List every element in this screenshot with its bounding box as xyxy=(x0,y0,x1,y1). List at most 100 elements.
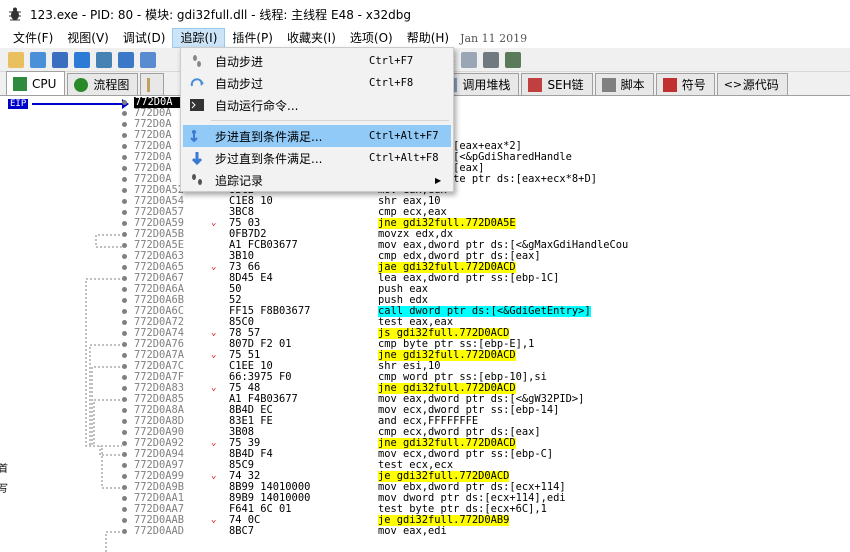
bytes-cell: 8BC7 xyxy=(229,525,255,537)
breakpoint-dot[interactable] xyxy=(122,430,127,435)
patch-icon[interactable] xyxy=(460,51,477,68)
breakpoint-dot[interactable] xyxy=(122,265,127,270)
breakpoint-dot[interactable] xyxy=(122,144,127,149)
bug-icon xyxy=(6,5,24,23)
menu-view[interactable]: 视图(V) xyxy=(60,28,116,48)
menu-item-trace-into-until[interactable]: 步进直到条件满足... Ctrl+Alt+F7 xyxy=(183,125,451,147)
menu-file[interactable]: 文件(F) xyxy=(6,28,60,48)
title-bar: 123.exe - PID: 80 - 模块: gdi32full.dll - … xyxy=(0,0,850,28)
breakpoint-dot[interactable] xyxy=(122,177,127,182)
seh-icon xyxy=(528,77,543,92)
breakpoint-dot[interactable] xyxy=(122,210,127,215)
instruction-cell: mov eax,edi xyxy=(378,525,447,537)
breakpoint-dot[interactable] xyxy=(122,452,127,457)
calculator-icon[interactable] xyxy=(482,51,499,68)
tab-log[interactable] xyxy=(140,73,165,95)
breakpoint-dot[interactable] xyxy=(122,507,127,512)
script-icon xyxy=(601,77,616,92)
menu-trace[interactable]: 追踪(I) xyxy=(172,28,226,48)
globe-icon[interactable] xyxy=(504,51,521,68)
breakpoint-dot[interactable] xyxy=(122,199,127,204)
jump-chevron-icon: ⌄ xyxy=(211,515,217,525)
cpu-icon xyxy=(13,76,27,91)
tab-graph[interactable]: 流程图 xyxy=(67,73,139,95)
menu-item-animate-into[interactable]: 自动步进 Ctrl+F7 xyxy=(183,50,451,72)
jump-chevron-icon: ⌄ xyxy=(211,262,217,272)
breakpoint-dot[interactable] xyxy=(122,518,127,523)
menu-item-animate-command[interactable]: 自动运行命令... xyxy=(183,94,451,116)
breakpoint-dot[interactable] xyxy=(122,298,127,303)
menu-debug[interactable]: 调试(D) xyxy=(116,28,173,48)
step-over-icon[interactable] xyxy=(140,51,156,68)
breakpoint-dot[interactable] xyxy=(122,122,127,127)
breakpoint-dot[interactable] xyxy=(122,155,127,160)
breakpoint-dot[interactable] xyxy=(122,221,127,226)
restart-icon[interactable] xyxy=(30,51,46,68)
record-footsteps-icon xyxy=(189,172,205,188)
tab-source[interactable]: <> 源代码 xyxy=(716,73,788,95)
breakpoint-dot[interactable] xyxy=(122,485,127,490)
menu-options[interactable]: 选项(O) xyxy=(343,28,400,48)
menu-item-animate-over[interactable]: 自动步过 Ctrl+F8 xyxy=(183,72,451,94)
jump-chevron-icon: ⌄ xyxy=(211,328,217,338)
step-over-loop-icon xyxy=(189,75,205,91)
breakpoint-dot[interactable] xyxy=(122,386,127,391)
trace-over-icon xyxy=(189,150,205,166)
disasm-row[interactable]: 772D0A67 8D45 E4 lea eax,dword ptr ss:[ebp… xyxy=(6,273,850,284)
menu-item-trace-record[interactable]: 追踪记录 ▶ xyxy=(183,169,451,191)
menu-favourites[interactable]: 收藏夹(I) xyxy=(280,28,343,48)
breakpoint-dot[interactable] xyxy=(122,287,127,292)
build-date: Jan 11 2019 xyxy=(460,31,528,45)
breakpoint-dot[interactable] xyxy=(122,309,127,314)
breakpoint-dot[interactable] xyxy=(122,331,127,336)
terminal-icon xyxy=(189,97,205,113)
breakpoint-dot[interactable] xyxy=(122,353,127,358)
jump-chevron-icon: ⌄ xyxy=(211,383,217,393)
breakpoint-dot[interactable] xyxy=(122,276,127,281)
breakpoint-dot[interactable] xyxy=(122,188,127,193)
breakpoint-dot[interactable] xyxy=(122,397,127,402)
menu-item-trace-over-until[interactable]: 步过直到条件满足... Ctrl+Alt+F8 xyxy=(183,147,451,169)
breakpoint-dot[interactable] xyxy=(122,375,127,380)
side-text-2: 写 xyxy=(0,484,8,495)
breakpoint-dot[interactable] xyxy=(122,408,127,413)
breakpoint-dot[interactable] xyxy=(122,529,127,534)
breakpoint-dot[interactable] xyxy=(122,342,127,347)
step-into-icon[interactable] xyxy=(118,51,134,68)
breakpoint-dot[interactable] xyxy=(122,254,127,259)
footsteps-icon xyxy=(189,53,205,69)
left-edge-panel: 首 写 xyxy=(0,452,8,552)
disasm-row[interactable]: 772D0A6A 50 push eax xyxy=(6,284,850,295)
jump-chevron-icon: ⌄ xyxy=(211,471,217,481)
open-icon[interactable] xyxy=(8,51,24,68)
breakpoint-dot[interactable] xyxy=(122,496,127,501)
breakpoint-dot[interactable] xyxy=(122,133,127,138)
tab-cpu[interactable]: CPU xyxy=(6,71,66,95)
breakpoint-dot[interactable] xyxy=(122,111,127,116)
breakpoint-dot[interactable] xyxy=(122,364,127,369)
breakpoint-dot[interactable] xyxy=(122,419,127,424)
pause-icon[interactable] xyxy=(96,51,112,68)
menu-bar: 文件(F) 视图(V) 调试(D) 追踪(I) 插件(P) 收藏夹(I) 选项(… xyxy=(0,28,850,48)
breakpoint-dot[interactable] xyxy=(122,320,127,325)
breakpoint-dot[interactable] xyxy=(122,232,127,237)
code-brackets-icon: <> xyxy=(723,77,743,91)
run-icon[interactable] xyxy=(74,51,90,68)
side-text-1: 首 xyxy=(0,464,8,475)
tab-script[interactable]: 脚本 xyxy=(594,73,654,95)
jump-chevron-icon: ⌄ xyxy=(211,438,217,448)
disasm-row[interactable]: 772D0AAD 8BC7 mov eax,edi xyxy=(6,526,850,537)
jump-chevron-icon: ⌄ xyxy=(211,350,217,360)
breakpoint-dot[interactable] xyxy=(122,166,127,171)
bytes-cell: 8D45 E4 xyxy=(229,272,273,284)
breakpoint-dot[interactable] xyxy=(122,100,127,105)
stop-icon[interactable] xyxy=(52,51,68,68)
breakpoint-dot[interactable] xyxy=(122,441,127,446)
breakpoint-dot[interactable] xyxy=(122,474,127,479)
menu-plugins[interactable]: 插件(P) xyxy=(225,28,280,48)
menu-help[interactable]: 帮助(H) xyxy=(400,28,456,48)
breakpoint-dot[interactable] xyxy=(122,243,127,248)
tab-symbols[interactable]: 符号 xyxy=(655,73,715,95)
tab-seh[interactable]: SEH链 xyxy=(521,73,593,95)
breakpoint-dot[interactable] xyxy=(122,463,127,468)
